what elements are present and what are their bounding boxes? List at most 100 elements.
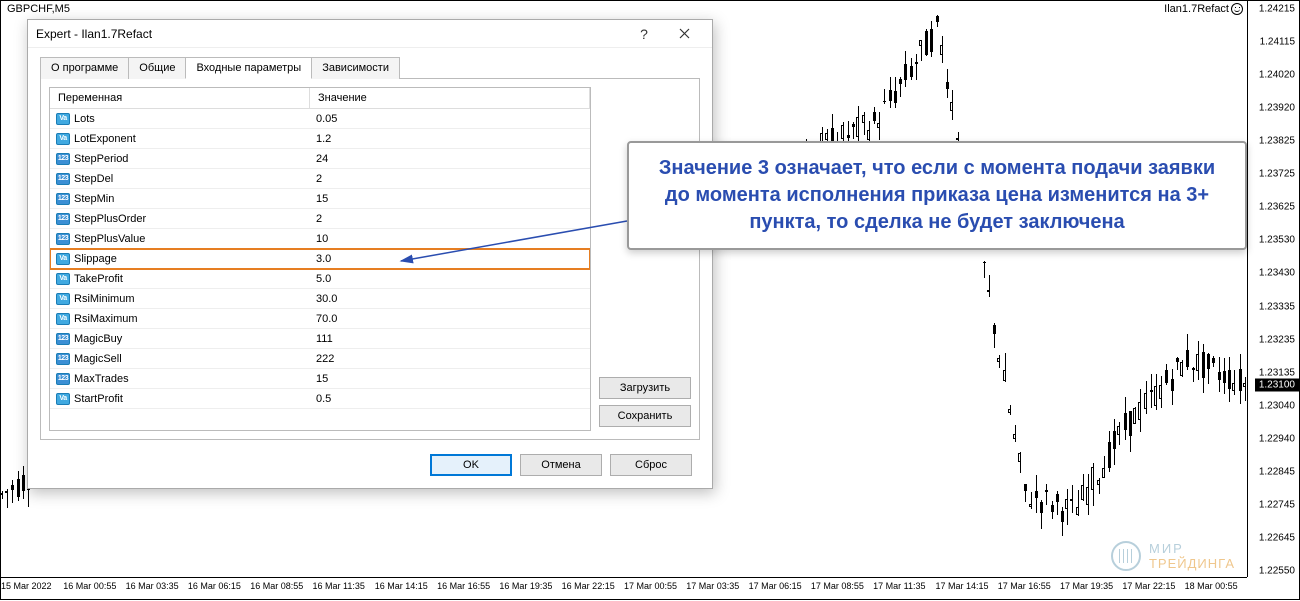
candle <box>1139 389 1142 432</box>
reset-button[interactable]: Сброс <box>610 454 692 476</box>
param-value[interactable]: 15 <box>310 373 590 385</box>
candle <box>878 112 881 140</box>
param-row-stepdel[interactable]: 123StepDel2 <box>50 169 590 189</box>
candle <box>1056 491 1059 514</box>
int-type-icon: 123 <box>56 233 70 245</box>
candle <box>1207 353 1210 384</box>
y-tick: 1.23135 <box>1259 367 1295 378</box>
y-tick: 1.23235 <box>1259 334 1295 345</box>
param-row-slippage[interactable]: VaSlippage3.0 <box>50 249 590 269</box>
candle <box>946 69 949 97</box>
x-tick: 17 Mar 19:35 <box>1060 578 1122 599</box>
candle <box>1155 374 1158 410</box>
param-value[interactable]: 15 <box>310 193 590 205</box>
candle <box>1186 334 1189 370</box>
x-tick: 16 Mar 19:35 <box>499 578 561 599</box>
param-row-maxtrades[interactable]: 123MaxTrades15 <box>50 369 590 389</box>
param-value[interactable]: 1.2 <box>310 133 590 145</box>
candle <box>983 261 986 278</box>
param-row-magicbuy[interactable]: 123MagicBuy111 <box>50 329 590 349</box>
y-tick: 1.23625 <box>1259 202 1295 213</box>
tab-2[interactable]: Входные параметры <box>185 57 312 79</box>
param-value[interactable]: 222 <box>310 353 590 365</box>
y-tick: 1.22940 <box>1259 433 1295 444</box>
param-value[interactable]: 5.0 <box>310 273 590 285</box>
y-tick: 1.24115 <box>1260 37 1295 48</box>
y-tick: 1.22845 <box>1259 466 1295 477</box>
y-tick: 1.23040 <box>1259 400 1295 411</box>
x-tick: 16 Mar 06:15 <box>188 578 250 599</box>
param-name: StepDel <box>74 173 113 185</box>
param-row-stepperiod[interactable]: 123StepPeriod24 <box>50 149 590 169</box>
close-button[interactable] <box>664 22 704 46</box>
tab-0[interactable]: О программе <box>40 57 129 79</box>
param-row-lots[interactable]: VaLots0.05 <box>50 109 590 129</box>
param-row-stepplusorder[interactable]: 123StepPlusOrder2 <box>50 209 590 229</box>
x-tick: 17 Mar 22:15 <box>1122 578 1184 599</box>
candle <box>1160 376 1163 408</box>
param-row-takeprofit[interactable]: VaTakeProfit5.0 <box>50 269 590 289</box>
ok-button[interactable]: OK <box>430 454 512 476</box>
x-tick: 16 Mar 14:15 <box>375 578 437 599</box>
param-value[interactable]: 0.05 <box>310 113 590 125</box>
tab-3[interactable]: Зависимости <box>311 57 400 79</box>
candle <box>1228 357 1231 402</box>
candle <box>915 54 918 80</box>
load-button[interactable]: Загрузить <box>599 377 691 399</box>
param-row-rsimaximum[interactable]: VaRsiMaximum70.0 <box>50 309 590 329</box>
param-name: StepPlusValue <box>74 233 145 245</box>
param-value[interactable]: 2 <box>310 213 590 225</box>
x-tick: 16 Mar 22:15 <box>562 578 624 599</box>
param-name: TakeProfit <box>74 273 123 285</box>
col-header-variable[interactable]: Переменная <box>50 88 310 108</box>
candle <box>1009 405 1012 416</box>
candle <box>1171 369 1174 405</box>
ea-smile-icon <box>1231 3 1243 15</box>
candle <box>1239 354 1242 404</box>
param-name: Slippage <box>74 253 117 265</box>
x-tick: 18 Mar 00:55 <box>1185 578 1247 599</box>
candle <box>1040 500 1043 528</box>
candle <box>6 489 9 507</box>
candle <box>1061 507 1064 536</box>
param-row-rsiminimum[interactable]: VaRsiMinimum30.0 <box>50 289 590 309</box>
param-row-startprofit[interactable]: VaStartProfit0.5 <box>50 389 590 409</box>
candle <box>1134 407 1137 424</box>
candle <box>1077 490 1080 515</box>
param-row-magicsell[interactable]: 123MagicSell222 <box>50 349 590 369</box>
candle <box>1019 452 1022 473</box>
param-value[interactable]: 30.0 <box>310 293 590 305</box>
help-button[interactable]: ? <box>624 22 664 46</box>
watermark-line1: МИР <box>1149 541 1235 556</box>
param-value[interactable]: 0.5 <box>310 393 590 405</box>
parameters-table[interactable]: Переменная Значение VaLots0.05VaLotExpon… <box>49 87 591 431</box>
candle <box>1212 356 1215 367</box>
candle <box>1108 431 1111 471</box>
param-value[interactable]: 10 <box>310 233 590 245</box>
col-header-value[interactable]: Значение <box>310 88 590 108</box>
candle <box>1092 463 1095 506</box>
candle <box>941 36 944 63</box>
param-value[interactable]: 24 <box>310 153 590 165</box>
tab-1[interactable]: Общие <box>128 57 186 79</box>
candle <box>993 323 996 349</box>
candle <box>883 89 886 104</box>
param-row-stepplusvalue[interactable]: 123 StepPlusValue 10 <box>50 229 590 249</box>
param-value[interactable]: 3.0 <box>310 253 590 265</box>
double-type-icon: Va <box>56 393 70 405</box>
param-row-stepmin[interactable]: 123StepMin15 <box>50 189 590 209</box>
param-value[interactable]: 70.0 <box>310 313 590 325</box>
x-tick: 17 Mar 06:15 <box>749 578 811 599</box>
candle <box>1087 474 1090 515</box>
cancel-button[interactable]: Отмена <box>520 454 602 476</box>
candle <box>1145 381 1148 414</box>
param-row-lotexponent[interactable]: VaLotExponent1.2 <box>50 129 590 149</box>
candle <box>1071 485 1074 513</box>
param-value[interactable]: 2 <box>310 173 590 185</box>
dialog-titlebar[interactable]: Expert - Ilan1.7Refact ? <box>28 20 712 48</box>
candle <box>904 51 907 88</box>
candle <box>1024 484 1027 502</box>
candle <box>936 15 939 28</box>
save-button[interactable]: Сохранить <box>599 405 691 427</box>
param-value[interactable]: 111 <box>310 333 590 345</box>
